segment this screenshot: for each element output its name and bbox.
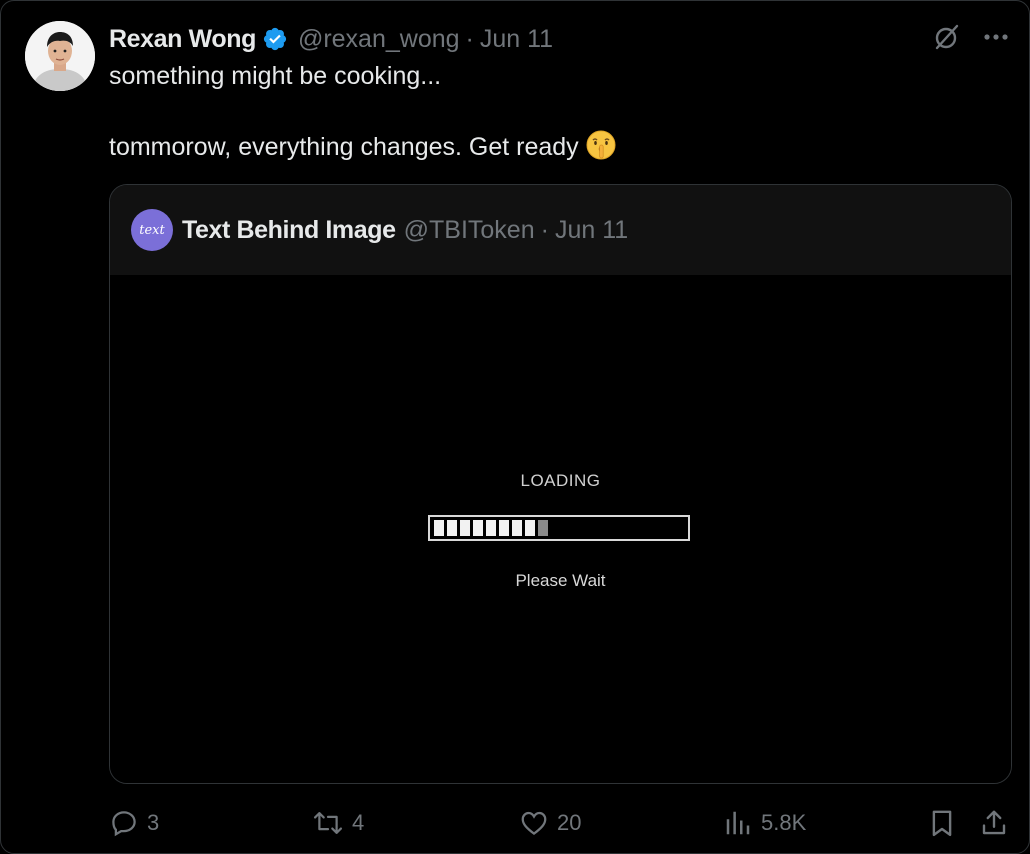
tweet-text-line-2: tommorow, everything changes. Get ready: [109, 129, 989, 165]
repost-count: 4: [352, 810, 365, 835]
analytics-icon: [726, 811, 750, 835]
please-wait-text: Please Wait: [515, 571, 606, 590]
verified-badge-icon: [262, 26, 288, 52]
progress-segment: [434, 520, 444, 536]
more-options-icon[interactable]: [983, 33, 1009, 41]
progress-segment: [499, 520, 509, 536]
quoted-media-image[interactable]: LOADING Please Wait: [110, 275, 1011, 783]
loading-label: LOADING: [520, 471, 601, 490]
repost-button[interactable]: 4: [312, 803, 364, 843]
quoted-author-avatar[interactable]: text: [131, 209, 173, 251]
tweet-text-line: something might be cooking...: [109, 62, 442, 90]
shushing-face-emoji-icon: [585, 129, 617, 161]
share-button[interactable]: [979, 803, 1009, 843]
quoted-author-name[interactable]: Text Behind Image: [182, 216, 396, 245]
heart-icon: [521, 811, 547, 836]
like-button[interactable]: 20: [519, 803, 581, 843]
tweet-header: Rexan Wong @rexan_wong · Jun 11: [109, 23, 553, 55]
author-display-name[interactable]: Rexan Wong: [109, 25, 256, 54]
bookmark-icon: [932, 810, 952, 837]
progress-segment: [486, 520, 496, 536]
bookmark-button[interactable]: [927, 803, 957, 843]
progress-segment-partial: [538, 520, 548, 536]
repost-icon: [313, 812, 343, 834]
quoted-author-handle[interactable]: @TBIToken: [404, 216, 535, 245]
share-icon: [982, 810, 1006, 835]
tweet-action-bar: 3 4 20 5.8K: [109, 803, 1011, 843]
reply-button[interactable]: 3: [109, 803, 159, 843]
progress-segment: [512, 520, 522, 536]
quoted-avatar-text: text: [139, 222, 165, 238]
views-button[interactable]: 5.8K: [723, 803, 806, 843]
progress-segment: [525, 520, 535, 536]
quoted-tweet[interactable]: text Text Behind Image @TBIToken · Jun 1…: [109, 184, 1012, 784]
header-separator: ·: [465, 24, 474, 53]
quoted-tweet-date[interactable]: Jun 11: [555, 216, 628, 245]
reply-icon: [112, 811, 136, 837]
progress-segment: [447, 520, 457, 536]
progress-segment: [473, 520, 483, 536]
grok-icon[interactable]: [933, 23, 961, 51]
tweet-card[interactable]: Rexan Wong @rexan_wong · Jun 11 somethin…: [0, 0, 1030, 854]
progress-segment: [460, 520, 470, 536]
tweet-text-line-2-text: tommorow, everything changes. Get ready: [109, 133, 579, 161]
view-count: 5.8K: [761, 810, 807, 835]
loading-progress-bar: [428, 515, 690, 541]
quoted-tweet-header: text Text Behind Image @TBIToken · Jun 1…: [110, 185, 1011, 275]
tweet-top-actions: [933, 23, 1009, 51]
reply-count: 3: [147, 810, 160, 835]
tweet-text: something might be cooking... tommorow, …: [109, 59, 989, 165]
tweet-date[interactable]: Jun 11: [480, 25, 553, 54]
user-photo-icon: [25, 21, 95, 91]
author-handle[interactable]: @rexan_wong: [298, 25, 460, 54]
quoted-header-separator: ·: [540, 215, 549, 244]
author-avatar[interactable]: [25, 21, 95, 91]
like-count: 20: [557, 810, 582, 835]
